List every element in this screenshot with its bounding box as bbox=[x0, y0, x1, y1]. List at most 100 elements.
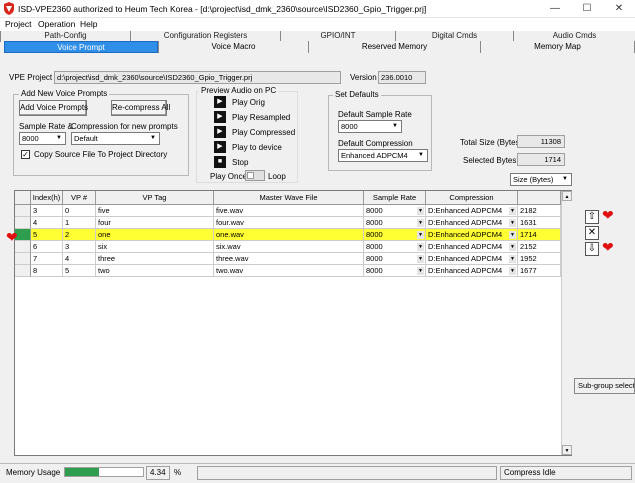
cell-vp[interactable]: 1 bbox=[63, 217, 96, 229]
cell-size[interactable]: 2182 bbox=[518, 205, 561, 217]
default-compression-select[interactable]: Enhanced ADPCM4 ▼ bbox=[338, 149, 428, 162]
tab-voice-prompt[interactable]: Voice Prompt bbox=[4, 41, 158, 53]
menu-operation[interactable]: Operation bbox=[38, 19, 75, 29]
tab-memory-map[interactable]: Memory Map bbox=[480, 41, 635, 53]
cell-vp-tag[interactable]: six bbox=[96, 241, 214, 253]
cell-compression[interactable]: D:Enhanced ADPCM4 ▼ bbox=[426, 241, 518, 253]
cell-index[interactable]: 3 bbox=[31, 205, 63, 217]
minimize-button[interactable]: — bbox=[540, 0, 570, 18]
cell-index[interactable]: 7 bbox=[31, 253, 63, 265]
cell-size[interactable]: 1952 bbox=[518, 253, 561, 265]
chevron-down-icon[interactable]: ▼ bbox=[417, 255, 424, 263]
play-resampled-label[interactable]: Play Resampled bbox=[232, 113, 290, 122]
cell-master-wave-file[interactable]: one.wav bbox=[214, 229, 364, 241]
cell-sample-rate[interactable]: 8000 ▼ bbox=[364, 229, 426, 241]
chevron-down-icon[interactable]: ▼ bbox=[417, 207, 424, 215]
play-icon[interactable]: ▶ bbox=[214, 111, 226, 123]
row-header[interactable] bbox=[15, 205, 31, 217]
scroll-down-icon[interactable]: ▼ bbox=[562, 445, 572, 455]
cell-vp[interactable]: 3 bbox=[63, 241, 96, 253]
cell-compression[interactable]: D:Enhanced ADPCM4 ▼ bbox=[426, 265, 518, 277]
default-sample-rate-select[interactable]: 8000 ▼ bbox=[338, 120, 402, 133]
cell-size[interactable]: 2152 bbox=[518, 241, 561, 253]
play-mode-toggle[interactable] bbox=[245, 170, 265, 181]
chevron-down-icon[interactable]: ▼ bbox=[509, 207, 516, 215]
cell-compression[interactable]: D:Enhanced ADPCM4 ▼ bbox=[426, 253, 518, 265]
play-orig-label[interactable]: Play Orig bbox=[232, 98, 265, 107]
cell-compression[interactable]: D:Enhanced ADPCM4 ▼ bbox=[426, 229, 518, 241]
cell-master-wave-file[interactable]: five.wav bbox=[214, 205, 364, 217]
cell-index[interactable]: 5 bbox=[31, 229, 63, 241]
copy-source-checkbox[interactable]: ✓ bbox=[21, 150, 30, 159]
cell-size[interactable]: 1631 bbox=[518, 217, 561, 229]
stop-icon[interactable]: ■ bbox=[214, 156, 226, 168]
delete-icon[interactable]: ✕ bbox=[585, 226, 599, 240]
cell-sample-rate[interactable]: 8000 ▼ bbox=[364, 241, 426, 253]
voice-prompt-table[interactable]: Index(h) VP # VP Tag Master Wave File Sa… bbox=[14, 190, 572, 456]
cell-size[interactable]: 1714 bbox=[518, 229, 561, 241]
cell-sample-rate[interactable]: 8000 ▼ bbox=[364, 253, 426, 265]
chevron-down-icon[interactable]: ▼ bbox=[417, 231, 424, 239]
play-icon[interactable]: ▶ bbox=[214, 96, 226, 108]
cell-vp-tag[interactable]: five bbox=[96, 205, 214, 217]
move-up-icon[interactable]: ⇧ bbox=[585, 210, 599, 224]
chevron-down-icon[interactable]: ▼ bbox=[509, 219, 516, 227]
column-header-sample-rate[interactable]: Sample Rate bbox=[364, 191, 426, 205]
maximize-button[interactable]: ☐ bbox=[572, 0, 602, 18]
cell-master-wave-file[interactable]: three.wav bbox=[214, 253, 364, 265]
chevron-down-icon[interactable]: ▼ bbox=[417, 219, 424, 227]
close-button[interactable]: ✕ bbox=[604, 0, 634, 18]
row-header[interactable] bbox=[15, 253, 31, 265]
cell-master-wave-file[interactable]: two.wav bbox=[214, 265, 364, 277]
column-header-compression[interactable]: Compression bbox=[426, 191, 518, 205]
column-header-vp-tag[interactable]: VP Tag bbox=[96, 191, 214, 205]
cell-sample-rate[interactable]: 8000 ▼ bbox=[364, 265, 426, 277]
play-to-device-label[interactable]: Play to device bbox=[232, 143, 282, 152]
cell-compression[interactable]: D:Enhanced ADPCM4 ▼ bbox=[426, 217, 518, 229]
size-unit-select[interactable]: Size (Bytes) ▼ bbox=[510, 173, 572, 186]
cell-vp-tag[interactable]: two bbox=[96, 265, 214, 277]
chevron-down-icon[interactable]: ▼ bbox=[417, 243, 424, 251]
chevron-down-icon[interactable]: ▼ bbox=[417, 267, 424, 275]
play-icon[interactable]: ▶ bbox=[214, 141, 226, 153]
compression-select[interactable]: Default ▼ bbox=[71, 132, 160, 145]
menu-project[interactable]: Project bbox=[5, 19, 31, 29]
cell-index[interactable]: 4 bbox=[31, 217, 63, 229]
cell-master-wave-file[interactable]: six.wav bbox=[214, 241, 364, 253]
cell-compression[interactable]: D:Enhanced ADPCM4 ▼ bbox=[426, 205, 518, 217]
menu-help[interactable]: Help bbox=[80, 19, 97, 29]
cell-vp-tag[interactable]: one bbox=[96, 229, 214, 241]
cell-vp[interactable]: 2 bbox=[63, 229, 96, 241]
chevron-down-icon[interactable]: ▼ bbox=[509, 255, 516, 263]
cell-size[interactable]: 1677 bbox=[518, 265, 561, 277]
chevron-down-icon[interactable]: ▼ bbox=[509, 243, 516, 251]
play-compressed-label[interactable]: Play Compressed bbox=[232, 128, 295, 137]
play-icon[interactable]: ▶ bbox=[214, 126, 226, 138]
chevron-down-icon[interactable]: ▼ bbox=[509, 267, 516, 275]
column-header-index[interactable]: Index(h) bbox=[31, 191, 63, 205]
chevron-down-icon[interactable]: ▼ bbox=[509, 231, 516, 239]
column-header-master-wave-file[interactable]: Master Wave File bbox=[214, 191, 364, 205]
stop-label[interactable]: Stop bbox=[232, 158, 248, 167]
cell-vp[interactable]: 5 bbox=[63, 265, 96, 277]
sample-rate-select[interactable]: 8000 ▼ bbox=[19, 132, 66, 145]
cell-vp-tag[interactable]: three bbox=[96, 253, 214, 265]
cell-sample-rate[interactable]: 8000 ▼ bbox=[364, 205, 426, 217]
row-header[interactable] bbox=[15, 265, 31, 277]
column-header-vp[interactable]: VP # bbox=[63, 191, 96, 205]
recompress-all-button[interactable]: Re-compress All bbox=[111, 100, 170, 116]
subgroup-selection-button[interactable]: Sub-group selecti bbox=[574, 378, 635, 394]
cell-master-wave-file[interactable]: four.wav bbox=[214, 217, 364, 229]
row-header[interactable] bbox=[15, 217, 31, 229]
cell-vp-tag[interactable]: four bbox=[96, 217, 214, 229]
cell-index[interactable]: 6 bbox=[31, 241, 63, 253]
tab-reserved-memory[interactable]: Reserved Memory bbox=[308, 41, 480, 53]
tab-voice-macro[interactable]: Voice Macro bbox=[158, 41, 308, 53]
vertical-scrollbar[interactable]: ▲ ▼ bbox=[561, 191, 572, 455]
move-down-icon[interactable]: ⇩ bbox=[585, 242, 599, 256]
cell-vp[interactable]: 0 bbox=[63, 205, 96, 217]
cell-sample-rate[interactable]: 8000 ▼ bbox=[364, 217, 426, 229]
cell-vp[interactable]: 4 bbox=[63, 253, 96, 265]
scroll-up-icon[interactable]: ▲ bbox=[562, 191, 572, 201]
cell-index[interactable]: 8 bbox=[31, 265, 63, 277]
